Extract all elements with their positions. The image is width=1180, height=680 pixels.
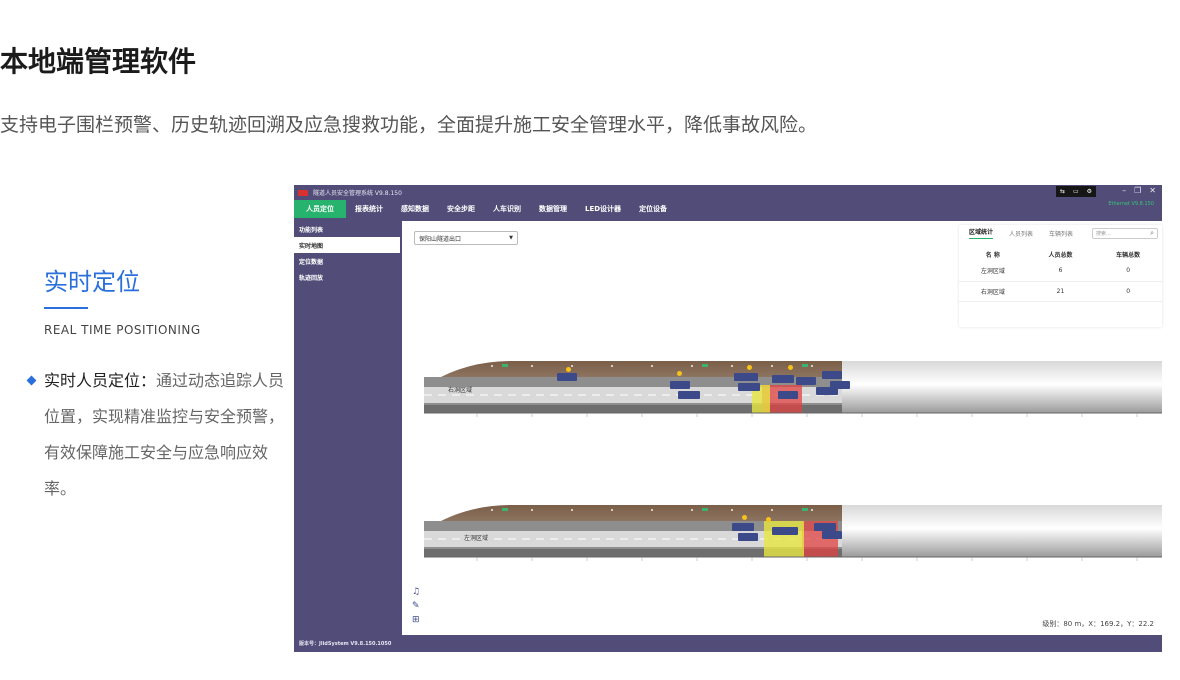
app-window: 隧道人员安全管理系统 V9.8.150 ⇆ ▭ ⚙ – ❐ ✕ Ethernet… (294, 185, 1162, 652)
feature-subtitle-en: REAL TIME POSITIONING (44, 323, 201, 337)
version-label: 版本号：JlidSystem V9.8.150.1050 (299, 641, 392, 647)
edit-icon[interactable]: ✎ (412, 601, 420, 611)
tunnel-label-left: 左洞区域 (464, 535, 489, 542)
col-name: 名 称 (985, 251, 1000, 259)
cell-vehicle-count: 0 (1094, 281, 1162, 302)
sidebar-item-realtime-map[interactable]: 实时地图 (294, 237, 400, 253)
stats-table-header: 名 称 人员总数 车辆总数 (959, 247, 1162, 261)
page-subtitle: 支持电子围栏预警、历史轨迹回溯及应急搜救功能，全面提升施工安全管理水平，降低事故… (0, 114, 818, 136)
worker-tag[interactable] (772, 375, 794, 383)
right-tunnel-graphic (424, 361, 1162, 417)
map-tools: ♫ ✎ ⊞ (412, 587, 420, 625)
tunnel-label-right: 右洞区域 (448, 387, 473, 394)
chevron-down-icon: ▼ (509, 235, 513, 241)
network-icon[interactable]: ⇆ (1060, 188, 1065, 195)
left-tunnel-map[interactable]: 左洞区域 (402, 493, 1162, 563)
worker-helmet-icon[interactable] (742, 515, 747, 520)
worker-tag[interactable] (738, 533, 758, 541)
search-icon[interactable]: ⌕ (1150, 229, 1154, 238)
col-person-count: 人员总数 (1048, 251, 1073, 259)
grid-icon[interactable]: ⊞ (412, 615, 420, 625)
worker-helmet-icon[interactable] (788, 365, 793, 370)
restore-icon[interactable]: ❐ (1134, 186, 1141, 195)
menu-item-data-management[interactable]: 数据管理 (530, 200, 576, 218)
stats-search-input[interactable]: 搜索... ⌕ (1092, 228, 1158, 239)
location-select-value: 保阳山隧道出口 (419, 235, 462, 243)
worker-tag[interactable] (778, 391, 798, 399)
gear-icon[interactable]: ⚙ (1087, 188, 1092, 195)
worker-tag[interactable] (822, 371, 842, 379)
title-bar: 隧道人员安全管理系统 V9.8.150 (294, 185, 1162, 200)
worker-tag[interactable] (822, 531, 842, 539)
worker-helmet-icon[interactable] (677, 371, 682, 376)
sidebar-item-position-data[interactable]: 定位数据 (294, 253, 402, 269)
sidebar: 功能列表 实时地图 定位数据 轨迹回放 (294, 221, 402, 635)
menu-item-safety-distance[interactable]: 安全步距 (438, 200, 484, 218)
bell-icon[interactable]: ♫ (412, 587, 420, 597)
tab-area-stats[interactable]: 区域统计 (969, 227, 994, 239)
cell-person-count: 21 (1026, 281, 1095, 302)
worker-tag[interactable] (796, 377, 816, 385)
table-row[interactable]: 左洞区域 6 0 (959, 261, 1162, 282)
worker-tag[interactable] (830, 381, 850, 389)
tab-personnel-list[interactable]: 人员列表 (1009, 229, 1033, 238)
table-row[interactable]: 右洞区域 21 0 (959, 281, 1162, 302)
worker-tag[interactable] (732, 523, 754, 531)
app-title: 隧道人员安全管理系统 V9.8.150 (313, 190, 402, 197)
worker-helmet-icon[interactable] (766, 517, 771, 522)
worker-tag[interactable] (738, 383, 760, 391)
worker-tag[interactable] (814, 523, 836, 531)
menu-bar: 人员定位 报表统计 感知数据 安全步距 人车识别 数据管理 LED设计器 定位设… (294, 200, 1162, 218)
stats-table: 名 称 人员总数 车辆总数 左洞区域 6 0 右洞区域 21 0 (959, 247, 1162, 302)
window-controls: – ❐ ✕ (1122, 186, 1156, 195)
tray-icons: ⇆ ▭ ⚙ (1056, 186, 1096, 197)
stats-search-placeholder: 搜索... (1096, 231, 1111, 237)
close-icon[interactable]: ✕ (1149, 186, 1156, 195)
col-vehicle-count: 车辆总数 (1116, 251, 1141, 259)
cell-person-count: 6 (1026, 261, 1095, 282)
worker-tag[interactable] (557, 373, 577, 381)
worker-helmet-icon[interactable] (747, 365, 752, 370)
minimize-icon[interactable]: – (1122, 186, 1126, 195)
menu-item-vehicle-recognition[interactable]: 人车识别 (484, 200, 530, 218)
monitor-icon[interactable]: ▭ (1073, 188, 1079, 195)
map-view: 保阳山隧道出口 ▼ 区域统计 人员列表 车辆列表 搜索... ⌕ 名 称 人员总… (402, 221, 1162, 635)
feature-section: 实时定位 REAL TIME POSITIONING 实时人员定位：通过动态追踪… (26, 262, 286, 507)
worker-tag[interactable] (772, 527, 798, 535)
worker-tag[interactable] (678, 391, 700, 399)
feature-underline (44, 307, 88, 309)
cell-area-name: 左洞区域 (959, 261, 1027, 282)
menu-item-led-designer[interactable]: LED设计器 (576, 200, 630, 218)
menu-item-personnel-positioning[interactable]: 人员定位 (294, 200, 346, 218)
tab-vehicle-list[interactable]: 车辆列表 (1049, 229, 1073, 238)
feature-desc-body: 通过动态追踪人员位置，实现精准监控与安全预警，有效保障施工安全与应急响应效率。 (44, 371, 285, 498)
menu-item-positioning-devices[interactable]: 定位设备 (630, 200, 676, 218)
feature-desc-highlight: 实时人员定位： (44, 371, 157, 390)
cell-area-name: 右洞区域 (959, 281, 1027, 302)
sidebar-header: 功能列表 (299, 226, 324, 234)
sidebar-item-track-playback[interactable]: 轨迹回放 (294, 269, 402, 285)
page-title: 本地端管理软件 (0, 45, 197, 78)
worker-helmet-icon[interactable] (566, 367, 571, 372)
feature-description: 实时人员定位：通过动态追踪人员位置，实现精准监控与安全预警，有效保障施工安全与应… (26, 363, 286, 507)
coordinate-readout: 级别：80 m，X：169.2，Y：22.2 (1042, 620, 1154, 628)
worker-tag[interactable] (670, 381, 690, 389)
right-tunnel-map[interactable]: 右洞区域 (402, 349, 1162, 419)
menu-item-reports[interactable]: 报表统计 (346, 200, 392, 218)
status-bar: 版本号：JlidSystem V9.8.150.1050 (294, 635, 1162, 652)
cell-vehicle-count: 0 (1094, 261, 1162, 282)
worker-tag[interactable] (734, 373, 758, 381)
app-logo-icon (298, 189, 308, 196)
feature-title: 实时定位 (44, 268, 140, 296)
bullet-diamond-icon (26, 375, 37, 386)
location-select[interactable]: 保阳山隧道出口 ▼ (414, 231, 518, 245)
stats-panel: 区域统计 人员列表 车辆列表 搜索... ⌕ 名 称 人员总数 车辆总数 左洞区… (959, 225, 1162, 327)
menu-item-sensor-data[interactable]: 感知数据 (392, 200, 438, 218)
connection-status: Ethernet V9.8.150 (1108, 201, 1154, 207)
